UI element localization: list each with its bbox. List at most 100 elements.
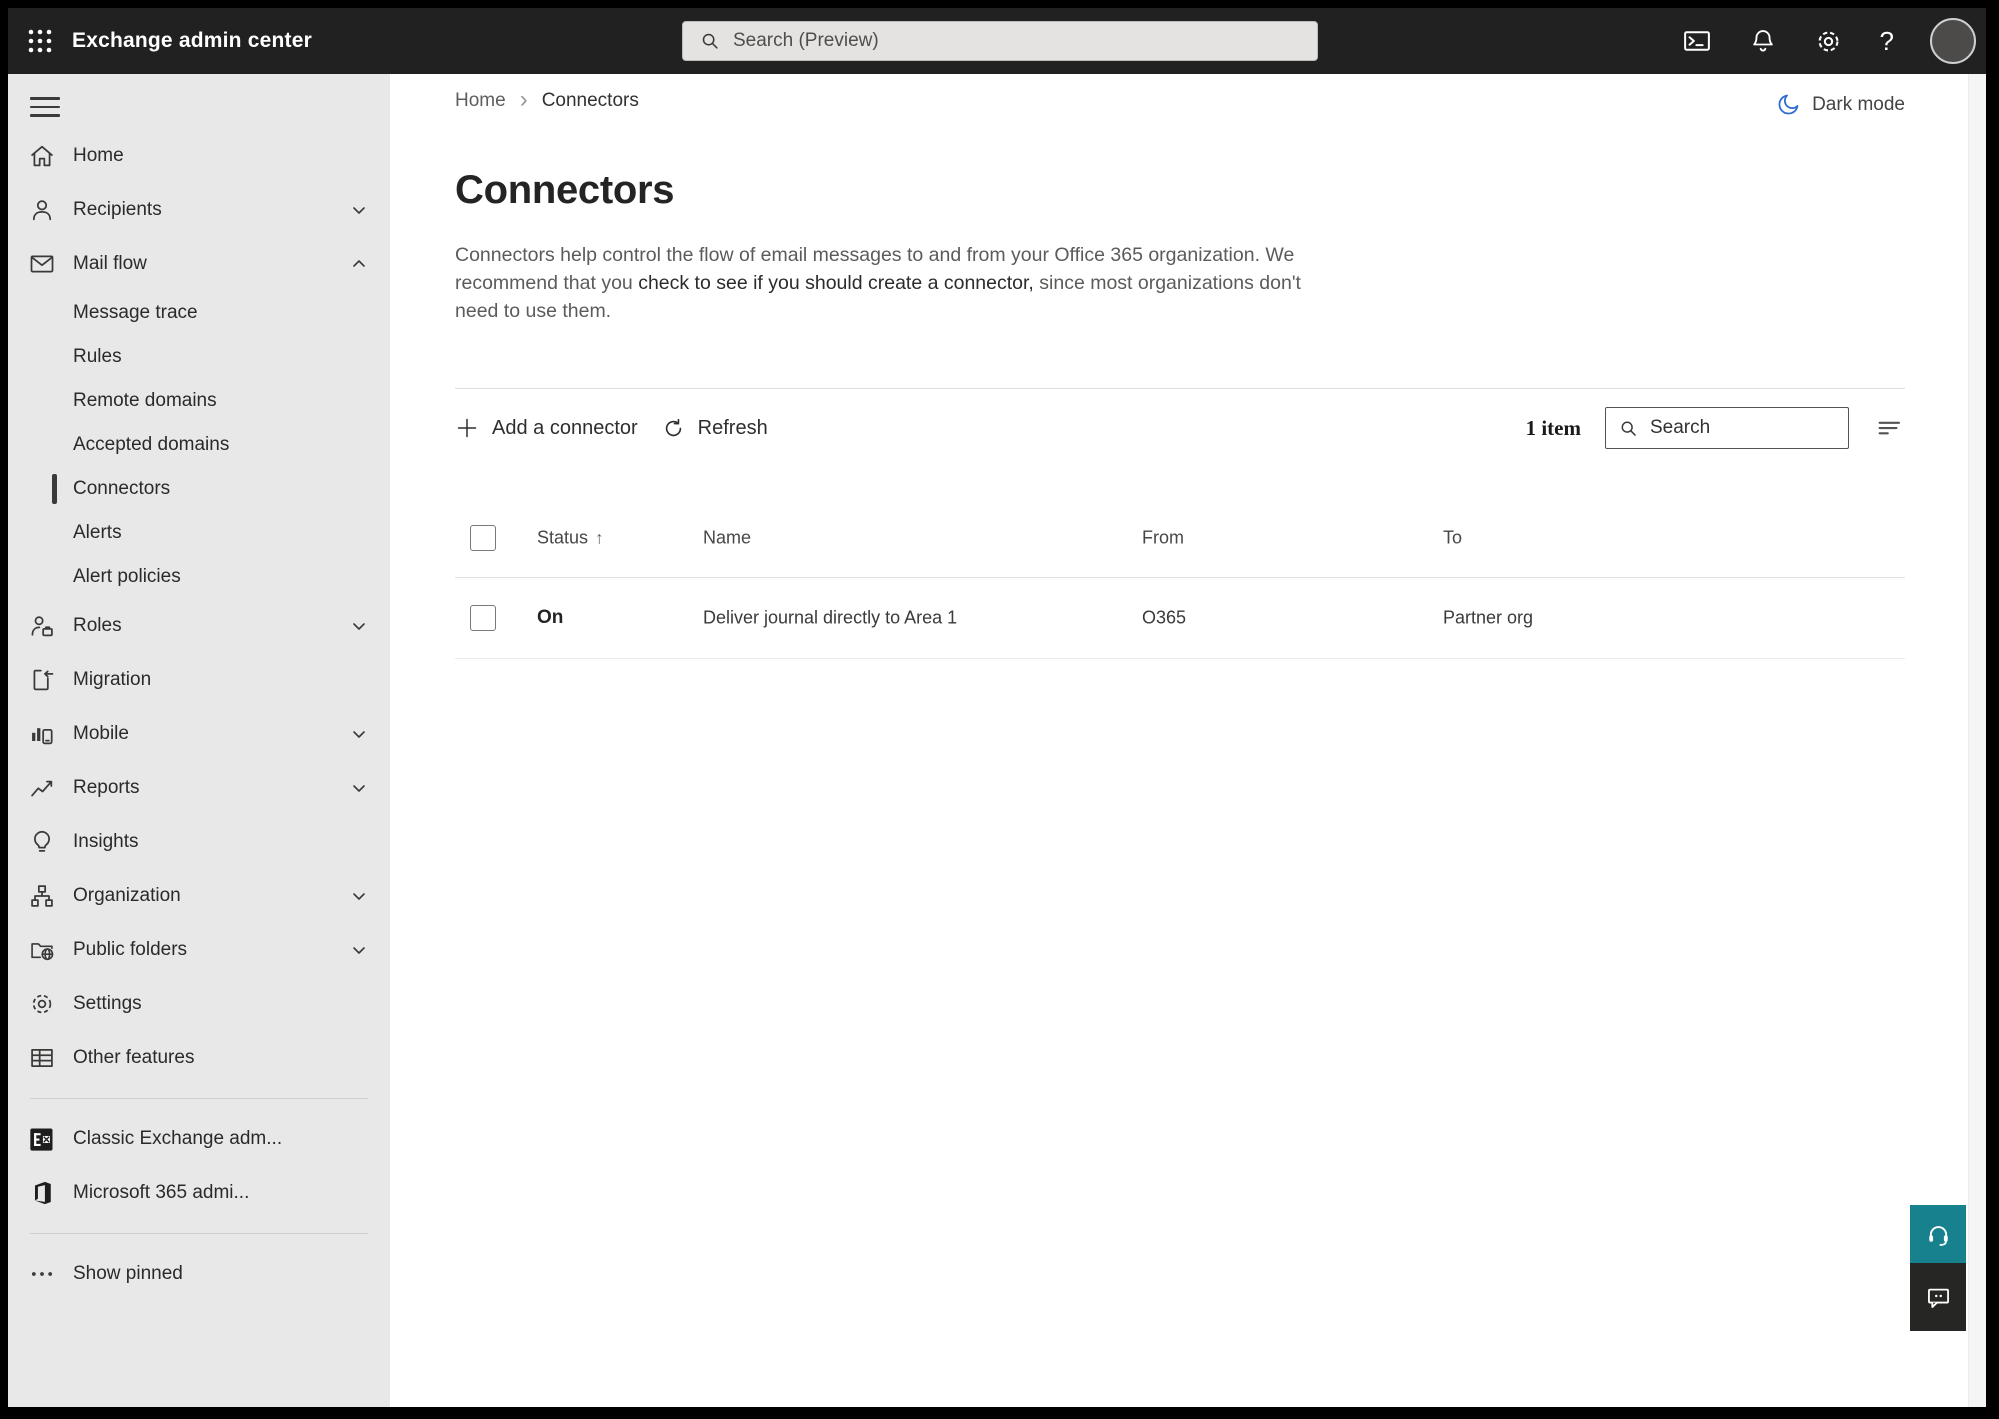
- person-icon: [28, 196, 56, 224]
- feedback-bubble-icon: [1927, 1288, 1949, 1308]
- filter-rows-button[interactable]: [1873, 412, 1905, 444]
- sidebar-item-label: Classic Exchange adm...: [73, 1128, 283, 1149]
- column-header-status[interactable]: Status ↑: [537, 527, 604, 548]
- sidebar-item-accepted-domains[interactable]: Accepted domains: [8, 423, 390, 467]
- exchange-admin-window: Exchange admin center Search (Preview) ?…: [8, 8, 1986, 1407]
- folder-globe-icon: [28, 936, 56, 964]
- chevron-down-icon: [350, 725, 368, 743]
- row-from: O365: [1142, 607, 1187, 628]
- dark-mode-toggle[interactable]: Dark mode: [1776, 92, 1905, 117]
- sidebar-item-mail-flow[interactable]: Mail flow: [8, 237, 390, 291]
- sidebar-item-label: Accepted domains: [73, 434, 230, 455]
- global-search[interactable]: [682, 21, 1318, 61]
- sidebar-item-mobile[interactable]: Mobile: [8, 707, 390, 761]
- sidebar-item-label: Show pinned: [73, 1263, 183, 1284]
- create-connector-check-link[interactable]: check to see if you should create a conn…: [638, 272, 1034, 294]
- sidebar-item-label: Home: [73, 145, 124, 166]
- powershell-button[interactable]: [1682, 26, 1712, 56]
- sidebar-item-label: Roles: [73, 615, 122, 636]
- sidebar: Home Recipients Mail flow Message trace …: [8, 74, 390, 1407]
- sidebar-item-microsoft-365-admin[interactable]: Microsoft 365 admi...: [8, 1166, 390, 1220]
- topbar: Exchange admin center Search (Preview) ?: [8, 8, 1986, 74]
- row-name[interactable]: Deliver journal directly to Area 1: [703, 608, 957, 629]
- refresh-label: Refresh: [697, 416, 768, 439]
- sidebar-item-roles[interactable]: Roles: [8, 599, 390, 653]
- sidebar-item-alert-policies[interactable]: Alert policies: [8, 555, 390, 599]
- chevron-down-icon: [350, 779, 368, 797]
- list-search[interactable]: [1605, 407, 1849, 449]
- toolbar-right: 1 item: [1526, 407, 1905, 449]
- sidebar-item-insights[interactable]: Insights: [8, 815, 390, 869]
- nav-list: Home Recipients Mail flow Message trace …: [8, 129, 390, 1301]
- refresh-icon: [665, 418, 681, 436]
- sidebar-item-label: Public folders: [73, 939, 188, 960]
- breadcrumb-current[interactable]: Connectors: [542, 90, 639, 112]
- sidebar-item-reports[interactable]: Reports: [8, 761, 390, 815]
- sidebar-item-label: Connectors: [73, 478, 171, 499]
- sidebar-item-alerts[interactable]: Alerts: [8, 511, 390, 555]
- account-avatar[interactable]: [1930, 18, 1976, 64]
- sidebar-item-migration[interactable]: Migration: [8, 653, 390, 707]
- plus-icon: [457, 418, 477, 438]
- breadcrumb-home-link[interactable]: Home: [455, 90, 506, 112]
- sidebar-item-label: Remote domains: [73, 390, 217, 411]
- sidebar-item-rules[interactable]: Rules: [8, 335, 390, 379]
- dark-mode-label: Dark mode: [1812, 93, 1905, 115]
- vertical-scrollbar[interactable]: [1968, 74, 1986, 1407]
- main-content: Home › Connectors Dark mode Connectors C…: [390, 74, 1968, 1407]
- search-icon: [1621, 421, 1636, 436]
- sidebar-item-label: Rules: [73, 346, 122, 367]
- home-icon: [28, 142, 56, 170]
- refresh-button[interactable]: Refresh: [662, 417, 768, 440]
- column-header-to[interactable]: To: [1443, 527, 1462, 548]
- sidebar-item-recipients[interactable]: Recipients: [8, 183, 390, 237]
- feedback-button[interactable]: [1910, 1263, 1966, 1331]
- notifications-button[interactable]: [1748, 26, 1778, 56]
- search-icon: [702, 33, 718, 49]
- bell-icon: [1752, 30, 1773, 52]
- sidebar-item-label: Reports: [73, 777, 140, 798]
- lightbulb-icon: [28, 828, 56, 856]
- sidebar-item-home[interactable]: Home: [8, 129, 390, 183]
- row-checkbox[interactable]: [470, 605, 496, 631]
- item-count: 1 item: [1525, 415, 1581, 440]
- sidebar-item-label: Alerts: [73, 522, 122, 543]
- page-title: Connectors: [455, 168, 675, 212]
- column-header-name[interactable]: Name: [703, 527, 751, 548]
- select-all-checkbox[interactable]: [470, 524, 496, 551]
- gear-icon: [1818, 31, 1839, 51]
- sidebar-item-label: Message trace: [73, 302, 198, 323]
- microsoft-365-logo-icon: [28, 1179, 56, 1207]
- sidebar-item-remote-domains[interactable]: Remote domains: [8, 379, 390, 423]
- help-support-button[interactable]: [1910, 1205, 1966, 1263]
- classic-exchange-logo-icon: [28, 1125, 56, 1153]
- row-to: Partner org: [1443, 607, 1534, 628]
- sidebar-item-message-trace[interactable]: Message trace: [8, 291, 390, 335]
- sidebar-item-connectors[interactable]: Connectors: [8, 467, 390, 511]
- connectors-table: Status ↑ Name From To On Deliver journal …: [455, 498, 1905, 659]
- page-description: Connectors help control the flow of emai…: [455, 241, 1315, 325]
- settings-button[interactable]: [1814, 26, 1844, 56]
- add-connector-button[interactable]: Add a connector: [455, 416, 638, 440]
- sidebar-item-classic-exchange[interactable]: Classic Exchange adm...: [8, 1112, 390, 1166]
- collapse-nav-button[interactable]: [30, 94, 60, 120]
- gear-icon: [28, 990, 56, 1018]
- chevron-down-icon: [350, 887, 368, 905]
- add-connector-label: Add a connector: [492, 416, 638, 439]
- global-search-input[interactable]: [733, 30, 1301, 52]
- sidebar-item-other-features[interactable]: Other features: [8, 1031, 390, 1085]
- envelope-icon: [28, 250, 56, 278]
- sidebar-item-public-folders[interactable]: Public folders: [8, 923, 390, 977]
- sidebar-item-organization[interactable]: Organization: [8, 869, 390, 923]
- help-button[interactable]: ?: [1880, 28, 1894, 54]
- sidebar-item-label: Alert policies: [73, 566, 181, 587]
- sidebar-item-settings[interactable]: Settings: [8, 977, 390, 1031]
- table-row[interactable]: On Deliver journal directly to Area 1 O3…: [455, 578, 1905, 659]
- app-launcher-button[interactable]: [8, 8, 72, 74]
- terminal-icon: [1683, 31, 1710, 51]
- breadcrumb: Home › Connectors: [455, 87, 1905, 114]
- sidebar-item-show-pinned[interactable]: Show pinned: [8, 1247, 390, 1301]
- list-search-input[interactable]: [1650, 417, 1836, 439]
- sidebar-item-label: Recipients: [73, 199, 162, 220]
- column-header-from[interactable]: From: [1142, 527, 1184, 548]
